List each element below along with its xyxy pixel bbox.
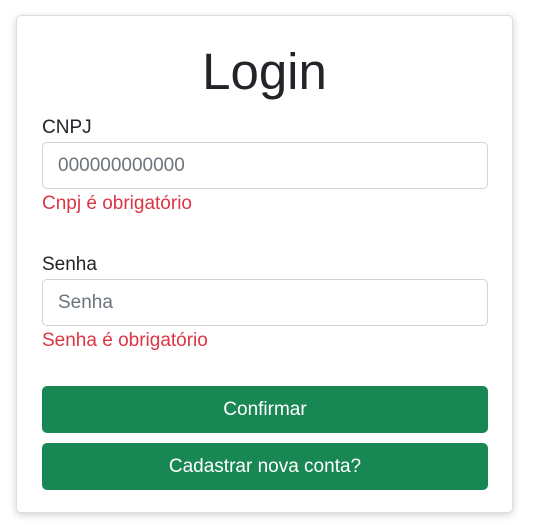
register-button[interactable]: Cadastrar nova conta? [42, 443, 488, 490]
login-card: Login CNPJ Cnpj é obrigatório Senha Senh… [16, 15, 513, 513]
cnpj-input[interactable] [42, 142, 488, 189]
senha-label: Senha [42, 254, 97, 275]
senha-error-message: Senha é obrigatório [42, 330, 208, 351]
page-title: Login [202, 43, 327, 100]
senha-input[interactable] [42, 279, 488, 326]
cnpj-label: CNPJ [42, 117, 92, 138]
cnpj-error-message: Cnpj é obrigatório [42, 193, 192, 214]
confirm-button[interactable]: Confirmar [42, 386, 488, 433]
